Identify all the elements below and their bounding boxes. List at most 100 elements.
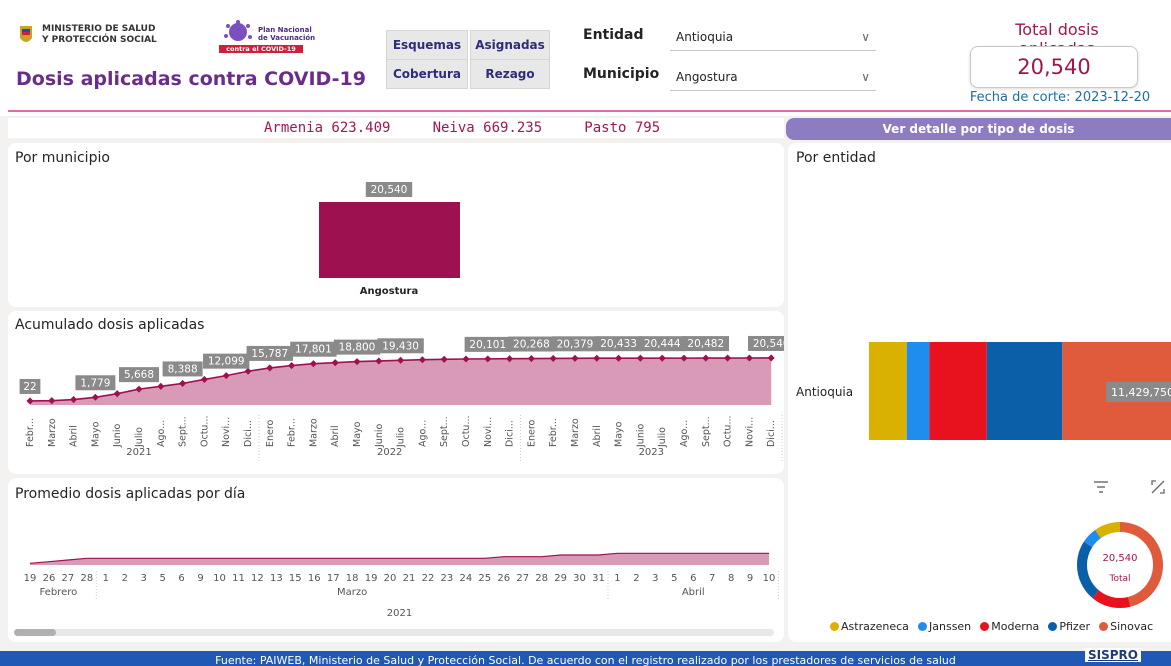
legend-label: Sinovac xyxy=(1110,620,1154,633)
x-tick-label: 8 xyxy=(728,573,734,584)
x-tick-label: 5 xyxy=(671,573,677,584)
ministry-name: MINISTERIO DE SALUD Y PROTECCIÓN SOCIAL xyxy=(42,24,212,46)
page-title: Dosis aplicadas contra COVID-19 xyxy=(16,68,366,90)
municipio-value: Angostura xyxy=(676,70,738,84)
x-tick-label: Enero xyxy=(526,419,537,447)
year-label: 2021 xyxy=(387,608,412,619)
sispro-logo[interactable]: SISPRO xyxy=(1085,648,1141,662)
x-tick-label: Marzo xyxy=(308,418,319,447)
x-tick-label: Mayo xyxy=(614,421,625,447)
rezago-button[interactable]: Rezago xyxy=(470,59,550,89)
data-label: 20,482 xyxy=(687,338,724,350)
legend-sinovac[interactable]: Sinovac xyxy=(1099,620,1153,633)
plan-line-3: contra el COVID-19 xyxy=(219,45,303,53)
entidad-panel-title: Por entidad xyxy=(796,150,876,166)
filter-icon[interactable] xyxy=(1090,478,1112,496)
x-tick-label: 9 xyxy=(197,573,203,584)
area-fill xyxy=(30,553,770,565)
x-tick-label: Abril xyxy=(592,425,603,447)
entidad-value: Antioquia xyxy=(676,30,734,44)
entidad-select[interactable]: Antioquia ∨ xyxy=(670,24,876,51)
data-label: 20,101 xyxy=(469,339,506,351)
month-label: Marzo xyxy=(337,587,367,598)
asignadas-button[interactable]: Asignadas xyxy=(470,30,550,60)
entidad-stacked-bar-chart: Antioquia 11,429,750 xyxy=(796,342,1171,440)
legend-janssen[interactable]: Janssen xyxy=(918,620,971,633)
vaccination-plan-label: Plan Nacional de Vacunación xyxy=(258,26,318,42)
data-label: 20,433 xyxy=(600,338,637,350)
cobertura-button[interactable]: Cobertura xyxy=(386,59,468,89)
x-tick-label: 6 xyxy=(690,573,696,584)
x-tick-label: 2 xyxy=(633,573,639,584)
entidad-label: Entidad xyxy=(583,27,644,43)
legend-moderna[interactable]: Moderna xyxy=(980,620,1039,633)
chevron-down-icon: ∨ xyxy=(861,30,870,44)
x-tick-label: Abril xyxy=(330,425,341,447)
month-label: Abril xyxy=(682,587,705,598)
year-label: 2021 xyxy=(126,447,151,458)
data-label: 5,668 xyxy=(124,369,154,381)
total-value-card: 20,540 xyxy=(970,46,1138,88)
x-tick-label: Enero xyxy=(265,419,276,447)
focus-mode-icon[interactable] xyxy=(1148,478,1168,496)
x-tick-label: 27 xyxy=(516,573,529,584)
x-tick-label: 3 xyxy=(652,573,658,584)
x-tick-label: 5 xyxy=(159,573,165,584)
x-tick-label: 19 xyxy=(365,573,378,584)
promedio-area-chart: 19 26 27 28 1 2 3 5 6 9 10 11 12 13 15 16 17 18 19 20 21 22 23… xyxy=(24,552,780,619)
legend-pfizer[interactable]: Pfizer xyxy=(1048,620,1090,633)
x-tick-label: 13 xyxy=(270,573,283,584)
x-tick-label: Junio xyxy=(635,424,646,448)
x-tick-label: 24 xyxy=(459,573,472,584)
x-tick-label: Junio xyxy=(112,424,123,448)
donut-center-label: Total xyxy=(1108,574,1130,584)
horizontal-scrollbar[interactable] xyxy=(14,629,774,636)
municipio-select[interactable]: Angostura ∨ xyxy=(670,64,876,91)
x-tick-label: 26 xyxy=(497,573,510,584)
esquemas-button[interactable]: Esquemas xyxy=(386,30,468,60)
bar-data-label: 20,540 xyxy=(371,184,408,196)
data-label: 1,779 xyxy=(80,377,110,389)
x-tick-label: Sept... xyxy=(439,416,450,447)
data-label: 17,801 xyxy=(295,344,332,356)
x-tick-label: 27 xyxy=(62,573,75,584)
x-tick-label: 25 xyxy=(478,573,491,584)
legend-label: Pfizer xyxy=(1059,620,1091,633)
donut-center-value: 20,540 xyxy=(1103,553,1138,564)
x-tick-label: 15 xyxy=(289,573,302,584)
x-tick-label: 7 xyxy=(709,573,715,584)
x-tick-label: 17 xyxy=(327,573,340,584)
data-label: 20,379 xyxy=(557,338,594,350)
data-label: 12,099 xyxy=(208,356,245,368)
x-tick-label: 31 xyxy=(592,573,605,584)
data-label: 18,800 xyxy=(339,342,376,354)
x-tick-label: 21 xyxy=(403,573,416,584)
municipality-ticker: Armenia 623.409 Neiva 669.235 Pasto 795 xyxy=(8,118,784,138)
x-tick-label: Julio xyxy=(396,427,407,448)
x-tick-label: 16 xyxy=(308,573,321,584)
legend-astrazeneca[interactable]: Astrazeneca xyxy=(830,620,909,633)
total-data-label: 11,429,750 xyxy=(1111,386,1171,399)
dose-type-detail-button[interactable]: Ver detalle por tipo de dosis xyxy=(786,118,1171,140)
x-tick-label: Sept... xyxy=(701,416,712,447)
scrollbar-thumb[interactable] xyxy=(14,629,56,636)
x-tick-label: 1 xyxy=(614,573,620,584)
x-tick-label: Dici... xyxy=(766,420,777,447)
legend-dot xyxy=(830,622,839,631)
x-tick-label: 19 xyxy=(24,573,37,584)
municipio-label: Municipio xyxy=(583,66,660,82)
footer-source: Fuente: PAIWEB, Ministerio de Salud y Pr… xyxy=(0,651,1171,666)
x-tick-label: Febr... xyxy=(25,418,36,447)
category-label: Angostura xyxy=(360,286,418,297)
x-tick-label: 2 xyxy=(122,573,128,584)
bar-segment-pfizer xyxy=(986,342,1063,440)
legend-dot xyxy=(918,622,927,631)
x-tick-label: Dici... xyxy=(505,420,516,447)
year-label: 2023 xyxy=(639,447,664,458)
x-tick-label: 9 xyxy=(747,573,753,584)
x-tick-label: Febr... xyxy=(287,418,298,447)
x-tick-label: Febr... xyxy=(548,418,559,447)
x-tick-label: 23 xyxy=(441,573,454,584)
legend-label: Janssen xyxy=(929,620,972,633)
data-label: 20,540 xyxy=(753,338,784,350)
